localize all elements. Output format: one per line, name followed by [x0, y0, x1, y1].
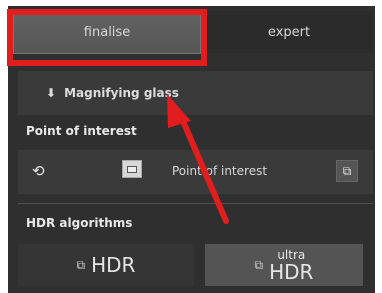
arrow-down-icon: ⬇ [46, 86, 57, 100]
magnifying-glass-toggle[interactable]: ⬇ Magnifying glass [46, 86, 179, 100]
hdr-button-label: HDR [91, 253, 136, 277]
layers-icon: ⧉ [76, 257, 86, 272]
magnifying-glass-section[interactable]: ⬇ Magnifying glass [18, 71, 373, 115]
point-of-interest-row: ⟲ Point of interest ⧉ [18, 150, 373, 194]
ultra-hdr-button-label: HDR [269, 259, 314, 284]
point-of-interest-title: Point of interest [26, 124, 137, 138]
ultra-hdr-button[interactable]: ⧉ ultra HDR [205, 244, 363, 286]
sync-icon[interactable]: ⟲ [32, 162, 45, 180]
ultra-hdr-prefix: ultra [277, 247, 306, 262]
ultra-hdr-text: ultra HDR [269, 249, 313, 282]
toggle-icon[interactable] [122, 160, 142, 178]
hdr-algorithms-title: HDR algorithms [26, 216, 133, 230]
tab-finalise-label: finalise [83, 24, 131, 40]
tab-expert-label: expert [267, 24, 311, 40]
tab-expert[interactable]: expert [205, 11, 373, 53]
point-of-interest-label: Point of interest [172, 164, 268, 178]
tab-finalise[interactable]: finalise [13, 10, 201, 54]
hdr-button[interactable]: ⧉ HDR [18, 244, 194, 286]
copy-icon[interactable]: ⧉ [336, 160, 358, 182]
divider [18, 203, 373, 204]
layers-icon: ⧉ [254, 257, 264, 272]
magnifying-glass-label: Magnifying glass [64, 86, 179, 100]
